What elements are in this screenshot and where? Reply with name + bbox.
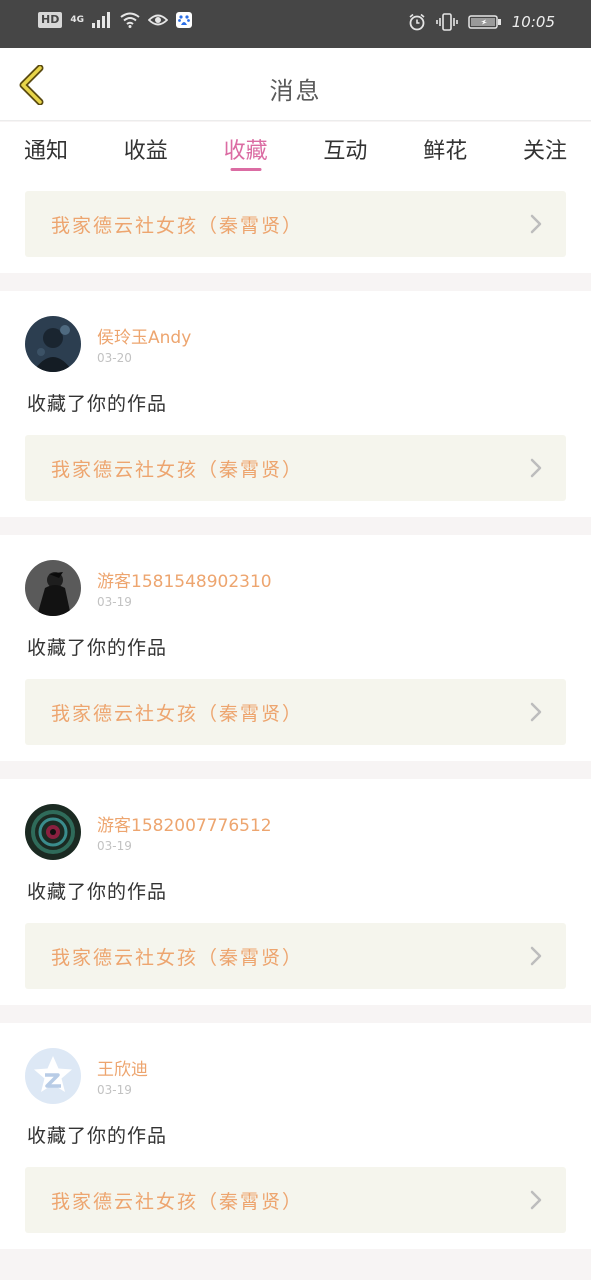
tab-interactions[interactable]: 互动 <box>323 122 367 176</box>
divider <box>0 517 591 535</box>
notification-date: 03-19 <box>97 1083 132 1097</box>
tab-label: 关注 <box>522 139 567 164</box>
network-type: 4G <box>70 15 84 25</box>
user-name[interactable]: 游客1581548902310 <box>97 567 272 592</box>
work-link[interactable]: 我家德云社女孩（秦霄贤） <box>25 435 566 501</box>
chevron-right-icon <box>530 702 542 722</box>
work-link[interactable]: 我家德云社女孩（秦霄贤） <box>25 923 566 989</box>
work-title: 我家德云社女孩（秦霄贤） <box>51 215 304 237</box>
tab-follows[interactable]: 关注 <box>523 122 567 176</box>
tab-flowers[interactable]: 鲜花 <box>423 122 467 176</box>
nav-bar: 消息 <box>0 48 591 121</box>
action-text: 收藏了你的作品 <box>27 1125 168 1147</box>
tab-label: 收益 <box>123 139 168 164</box>
wifi-icon <box>120 12 140 28</box>
divider <box>0 1249 591 1267</box>
avatar-image-icon <box>25 560 81 616</box>
avatar-image-icon <box>25 316 81 372</box>
list-item: 王欣迪 03-19 收藏了你的作品 我家德云社女孩（秦霄贤） <box>0 1023 591 1249</box>
tab-label: 收藏 <box>223 139 268 164</box>
work-link[interactable]: 我家德云社女孩（秦霄贤） <box>25 191 566 257</box>
user-name[interactable]: 侯玲玉Andy <box>97 323 191 348</box>
tab-label: 互动 <box>323 139 368 164</box>
divider <box>0 1005 591 1023</box>
work-title: 我家德云社女孩（秦霄贤） <box>51 703 304 725</box>
avatar[interactable] <box>25 1048 81 1104</box>
action-text: 收藏了你的作品 <box>27 393 168 415</box>
chevron-right-icon <box>530 214 542 234</box>
eye-icon <box>148 14 168 26</box>
clock-time: 10:05 <box>511 13 555 31</box>
chevron-right-icon <box>530 1190 542 1210</box>
user-name[interactable]: 游客1582007776512 <box>97 811 272 836</box>
tab-bar: 通知 收益 收藏 互动 鲜花 关注 <box>0 122 591 176</box>
tab-earnings[interactable]: 收益 <box>124 122 168 176</box>
avatar[interactable] <box>25 560 81 616</box>
user-name[interactable]: 王欣迪 <box>97 1055 148 1080</box>
notification-date: 03-19 <box>97 595 132 609</box>
list-item: 游客1582007776512 03-19 收藏了你的作品 我家德云社女孩（秦霄… <box>0 779 591 1005</box>
action-text: 收藏了你的作品 <box>27 637 168 659</box>
work-title: 我家德云社女孩（秦霄贤） <box>51 947 304 969</box>
notification-date: 03-19 <box>97 839 132 853</box>
list-item: 侯玲玉Andy 03-20 收藏了你的作品 我家德云社女孩（秦霄贤） <box>0 291 591 517</box>
tab-notifications[interactable]: 通知 <box>24 122 68 176</box>
chevron-right-icon <box>530 946 542 966</box>
tab-label: 鲜花 <box>423 139 468 164</box>
chevron-right-icon <box>530 458 542 478</box>
work-title: 我家德云社女孩（秦霄贤） <box>51 1191 304 1213</box>
avatar-image-icon <box>25 804 81 860</box>
baidu-icon <box>176 12 192 28</box>
divider <box>0 761 591 779</box>
list-item: 我家德云社女孩（秦霄贤） <box>0 176 591 273</box>
active-tab-indicator <box>230 168 262 171</box>
notification-date: 03-20 <box>97 351 132 365</box>
divider <box>0 273 591 291</box>
vibrate-icon <box>435 13 458 31</box>
work-link[interactable]: 我家德云社女孩（秦霄贤） <box>25 679 566 745</box>
avatar[interactable] <box>25 316 81 372</box>
tab-label: 通知 <box>24 139 69 164</box>
tab-favorites[interactable]: 收藏 <box>224 122 268 176</box>
page-title: 消息 <box>269 77 322 105</box>
battery-icon <box>468 15 501 29</box>
work-link[interactable]: 我家德云社女孩（秦霄贤） <box>25 1167 566 1233</box>
signal-icon <box>92 12 110 28</box>
notification-list: 我家德云社女孩（秦霄贤） 侯玲玉Andy 03-20 收藏了你的作品 我家德云社… <box>0 176 591 1267</box>
hd-indicator: HD <box>38 12 63 28</box>
status-bar: HD 4G 10:05 <box>0 0 591 48</box>
work-title: 我家德云社女孩（秦霄贤） <box>51 459 304 481</box>
default-avatar-icon <box>25 1048 81 1104</box>
action-text: 收藏了你的作品 <box>27 881 168 903</box>
list-item: 游客1581548902310 03-19 收藏了你的作品 我家德云社女孩（秦霄… <box>0 535 591 761</box>
avatar[interactable] <box>25 804 81 860</box>
alarm-icon <box>409 13 425 31</box>
